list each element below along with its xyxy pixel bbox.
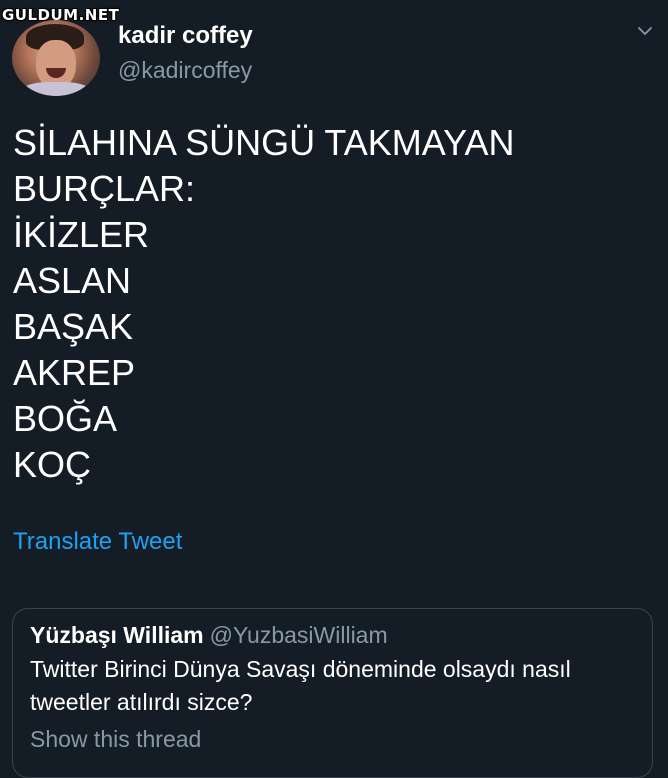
- avatar-face: [36, 40, 76, 88]
- quoted-author-name: Yüzbaşı William: [30, 622, 204, 648]
- tweet-line: İKİZLER: [13, 214, 150, 255]
- tweet-line: BURÇLAR:: [13, 168, 196, 209]
- quoted-tweet-header: Yüzbaşı William @YuzbasiWilliam: [30, 622, 388, 649]
- tweet-line: BOĞA: [13, 398, 118, 439]
- tweet-line: SİLAHINA SÜNGÜ TAKMAYAN: [13, 122, 515, 163]
- show-thread-link[interactable]: Show this thread: [30, 726, 201, 753]
- tweet-text: SİLAHINA SÜNGÜ TAKMAYAN BURÇLAR: İKİZLER…: [13, 120, 514, 488]
- avatar-shirt: [18, 82, 94, 96]
- quoted-tweet-card[interactable]: Yüzbaşı William @YuzbasiWilliam Twitter B…: [12, 608, 653, 778]
- tweet-line: BAŞAK: [13, 306, 134, 347]
- tweet-line: ASLAN: [13, 260, 132, 301]
- tweet-line: AKREP: [13, 352, 136, 393]
- translate-tweet-link[interactable]: Translate Tweet: [13, 528, 182, 556]
- tweet-line: KOÇ: [13, 444, 92, 485]
- avatar[interactable]: [12, 20, 100, 96]
- author-display-name[interactable]: kadir coffey: [118, 22, 253, 50]
- quoted-author-handle: @YuzbasiWilliam: [209, 622, 388, 648]
- quoted-tweet-text: Twitter Birinci Dünya Savaşı döneminde o…: [30, 656, 571, 715]
- chevron-down-icon[interactable]: [638, 24, 652, 38]
- author-handle[interactable]: @kadircoffey: [118, 57, 252, 84]
